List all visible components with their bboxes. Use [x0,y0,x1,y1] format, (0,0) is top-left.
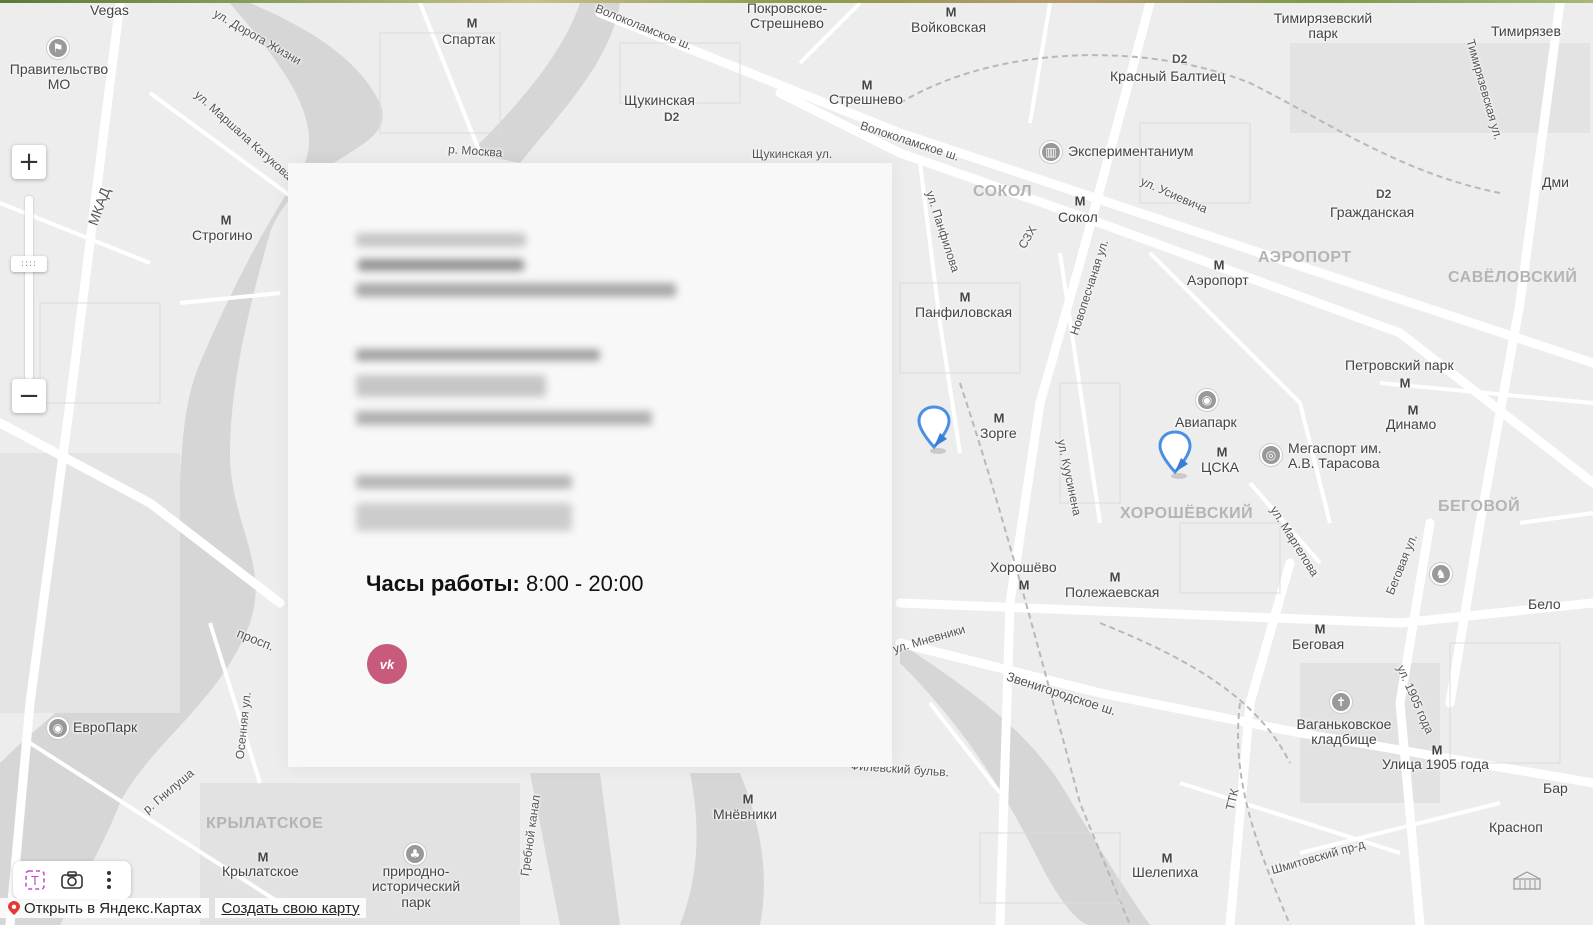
metro-icon: M [993,410,1005,426]
redacted-text [356,475,572,489]
metro-station-label: Беговая [1292,636,1345,652]
location-pin-icon[interactable] [914,403,954,455]
street-label: Щукинская ул. [752,147,833,161]
metro-station-label: Строгино [192,227,253,243]
rail-station-label: Гражданская [1330,204,1415,220]
metro-icon: M [959,289,971,305]
hours-label: Часы работы: [366,571,520,596]
zoom-out-button[interactable]: − [12,379,46,413]
metro-station-label: Мнёвники [713,806,778,822]
metro-station-label: Стрешнево [829,91,903,107]
map-toolbar: T [13,861,131,899]
metro-station-label: Полежаевская [1065,584,1160,600]
open-in-yandex-maps-link[interactable]: Открыть в Яндекс.Картах [0,898,210,918]
place-label: Тимирязевский парк [1273,10,1373,42]
district-label: КРЫЛАТСКОЕ [206,815,324,832]
metro-station-label: Аэропорт [1187,272,1249,288]
place-label: ЕвроПарк [73,719,138,735]
svg-text:vk: vk [380,657,395,671]
district-label: СОКОЛ [973,183,1033,200]
metro-icon: M [1109,569,1121,585]
metro-station-label: Динамо [1386,416,1437,432]
redacted-text [356,283,676,297]
d2-badge: D2 [1172,52,1188,66]
metro-station-label: Зорге [980,425,1017,441]
redacted-text [356,233,526,247]
zoom-in-button[interactable]: + [12,145,46,179]
metro-station-label: ЦСКА [1201,459,1239,475]
shopping-icon: ◉ [47,717,69,739]
district-label: САВЁЛОВСКИЙ [1448,269,1578,286]
map-footer: Открыть в Яндекс.Картах Создать свою кар… [0,898,366,918]
vk-icon: vk [380,657,395,671]
more-options-icon[interactable] [94,865,124,895]
d2-badge: D2 [664,110,680,124]
d2-badge: D2 [1376,187,1392,201]
place-label: Бело [1528,596,1561,612]
metro-station-label: Щукинская [624,92,695,108]
zoom-slider[interactable] [25,196,33,380]
metro-icon: M [466,15,478,31]
redacted-text [356,375,546,397]
place-label: Дми [1542,174,1569,190]
working-hours: Часы работы: 8:00 - 20:00 [366,571,643,597]
park-icon: ♣ [404,843,426,865]
building-icon [1513,871,1541,890]
metro-station-label: Сокол [1058,209,1098,225]
zoom-slider-handle[interactable]: :::: [11,256,47,272]
location-pin-icon[interactable] [1155,428,1195,480]
metro-station-label: Шелепиха [1132,864,1199,880]
stadium-icon: ◎ [1260,444,1282,466]
metro-icon: M [1074,193,1086,209]
horse-icon: ♞ [1430,563,1452,585]
info-card: Часы работы: 8:00 - 20:00 vk [288,163,892,767]
cemetery-icon: ✝ [1330,691,1352,713]
flag-icon: ⚑ [47,37,69,59]
yandex-pin-icon [8,901,20,915]
shopping-icon: ◉ [1196,389,1218,411]
place-label: природно-исторический парк [371,863,461,910]
place-label: Мегаспорт им. А.В. Тарасова [1288,440,1382,472]
metro-icon: M [1216,444,1228,460]
district-label: ХОРОШЁВСКИЙ [1120,505,1254,522]
place-label: Бар [1543,780,1568,796]
place-label: Ваганьковское кладбище [1296,716,1392,748]
metro-icon: M [1399,375,1411,391]
metro-icon: M [1018,577,1030,593]
rail-station-label: Красный Балтиец [1110,68,1226,84]
place-label: Покровское-Стрешнево [746,3,828,32]
metro-station-label: Петровский парк [1345,357,1454,373]
redacted-text [358,259,524,271]
place-label: Тимирязев [1491,23,1561,39]
place-label: Красноп [1489,819,1543,835]
map-canvas[interactable]: СОКОЛ АЭРОПОРТ САВЁЛОВСКИЙ ХОРОШЁВСКИЙ Б… [0,3,1593,925]
metro-station-label: Улица 1905 года [1382,756,1489,772]
svg-text:T: T [31,873,39,888]
metro-station-label: Спартак [442,31,496,47]
metro-icon: M [945,4,957,20]
open-link-label: Открыть в Яндекс.Картах [24,899,202,917]
redacted-text [356,411,652,425]
metro-station-label: Хорошёво [990,559,1057,575]
district-label: БЕГОВОЙ [1438,498,1521,515]
redacted-text [356,349,600,361]
place-label: Экспериментаниум [1068,143,1194,159]
redacted-text [356,503,572,531]
place-label: Правительство МО [9,61,109,93]
metro-icon: M [742,791,754,807]
hours-value: 8:00 - 20:00 [526,571,644,596]
metro-icon: M [220,212,232,228]
metro-station-label: Крылатское [222,863,299,879]
camera-icon[interactable] [57,865,87,895]
place-label: Vegas [90,3,129,18]
metro-icon: M [1314,621,1326,637]
metro-station-label: Войковская [911,19,987,35]
vk-social-button[interactable]: vk [367,644,407,684]
museum-icon: ▥ [1040,141,1062,163]
create-map-link[interactable]: Создать свою карту [215,898,366,918]
text-recognition-icon[interactable]: T [20,865,50,895]
district-label: АЭРОПОРТ [1258,249,1352,266]
metro-station-label: Панфиловская [915,304,1013,320]
metro-icon: M [1213,257,1225,273]
